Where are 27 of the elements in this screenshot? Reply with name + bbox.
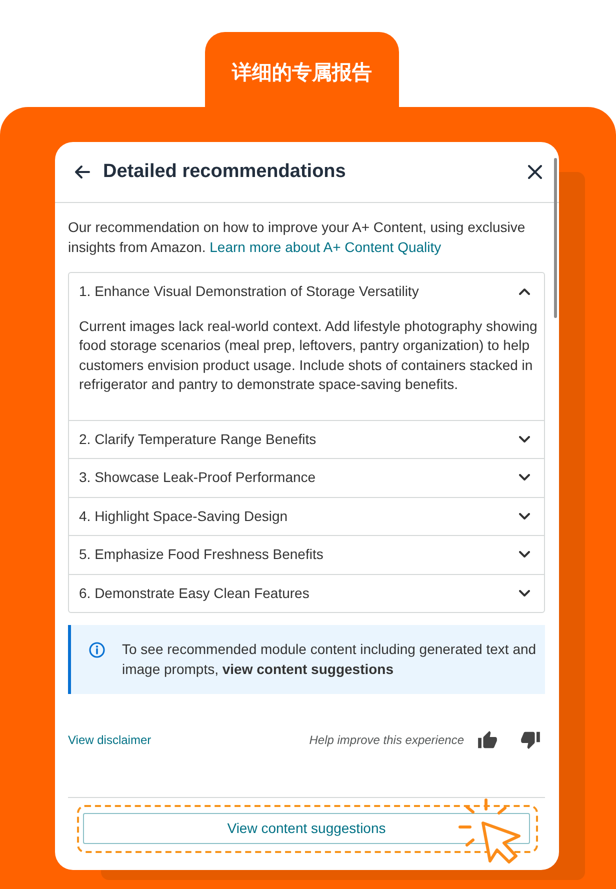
recommendation-header[interactable]: 4. Highlight Space-Saving Design xyxy=(69,498,544,535)
chevron-up-icon xyxy=(519,288,530,296)
title-banner: 详细的专属报告 xyxy=(205,32,399,107)
recommendation-header[interactable]: 5. Emphasize Food Freshness Benefits xyxy=(69,536,544,574)
dialog-title: Detailed recommendations xyxy=(103,160,347,184)
intro-text: Our recommendation on how to improve your A+ Content, using exclusive insights from Amazon. Learn more about A+ Content Quality xyxy=(68,218,526,257)
recommendation-header[interactable]: 3. Showcase Leak-Proof Performance xyxy=(69,459,544,496)
view-suggestions-button[interactable]: View content suggestions xyxy=(83,813,530,844)
thumbs-down-icon[interactable] xyxy=(521,731,540,749)
recommendation-header[interactable]: 1. Enhance Visual Demonstration of Storage Versatility xyxy=(69,273,544,310)
recommendation-header[interactable]: 6. Demonstrate Easy Clean Features xyxy=(69,574,544,612)
info-icon xyxy=(89,642,105,658)
info-alert-text: To see recommended module content including generated text and image prompts, view content suggestions xyxy=(122,640,538,679)
recommendation-details: Current images lack real-world context. Add lifestyle photography showing food storage scenarios (meal prep, leftovers, pantry organization) to help customers envision product usage. Include shots of containers stacked in refrigerator and pantry to demonstrate space-saving benefits. xyxy=(79,316,538,394)
chevron-down-icon xyxy=(519,474,530,482)
feedback-prompt: Help improve this experience xyxy=(309,732,464,749)
chevron-down-icon xyxy=(519,590,530,597)
chevron-down-icon xyxy=(519,512,530,520)
learn-more-link[interactable]: Learn more about A+ Content Quality xyxy=(210,238,442,254)
back-icon[interactable] xyxy=(74,164,90,180)
view-disclaimer-link[interactable]: View disclaimer xyxy=(68,731,152,749)
chevron-down-icon xyxy=(519,551,530,558)
scrollbar-thumb[interactable] xyxy=(554,158,557,318)
chevron-down-icon xyxy=(519,436,530,443)
recommendation-header[interactable]: 2. Clarify Temperature Range Benefits xyxy=(69,420,544,458)
close-icon[interactable] xyxy=(528,165,542,179)
thumbs-up-icon[interactable] xyxy=(478,731,497,749)
